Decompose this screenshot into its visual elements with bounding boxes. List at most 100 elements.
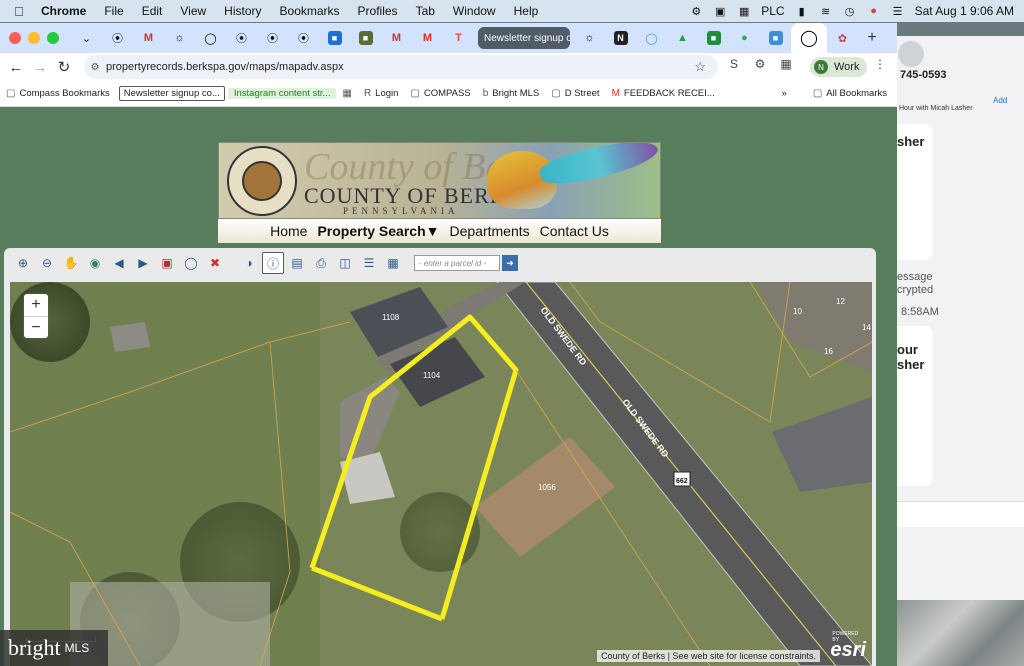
menu-edit[interactable]: Edit xyxy=(133,4,172,18)
tab-search-button[interactable]: ⌄ xyxy=(71,23,102,53)
close-window-button[interactable] xyxy=(9,32,21,44)
tab-newsletter[interactable]: Newsletter signup c... xyxy=(478,27,570,49)
address-bar[interactable]: ⚙ propertyrecords.berkspa.gov/maps/mapad… xyxy=(84,55,718,79)
tab-gmail[interactable]: M xyxy=(412,23,443,53)
tab-favicon[interactable]: ☼ xyxy=(574,23,605,53)
bookmark-star-icon[interactable]: ☆ xyxy=(694,59,706,75)
full-extent-globe-icon[interactable]: ◉ xyxy=(84,252,106,274)
export-icon[interactable]: ◫ xyxy=(334,252,356,274)
tab-favicon[interactable]: ⦿ xyxy=(257,23,288,53)
extension-icon[interactable]: ⚙ xyxy=(750,57,770,71)
bookmark-d-street[interactable]: ▢ D Street xyxy=(545,88,605,99)
tab-favicon[interactable]: ▲ xyxy=(667,23,698,53)
tab-favicon[interactable]: N xyxy=(605,23,636,53)
pan-hand-icon[interactable]: ✋ xyxy=(60,252,82,274)
bookmark-feedback[interactable]: M FEEDBACK RECEI... xyxy=(606,88,721,99)
minimize-window-button[interactable] xyxy=(28,32,40,44)
menu-help[interactable]: Help xyxy=(505,4,548,18)
url-text[interactable]: propertyrecords.berkspa.gov/maps/mapadv.… xyxy=(106,61,344,73)
extensions-puzzle-icon[interactable]: ▦ xyxy=(776,57,796,71)
nav-home[interactable]: Home xyxy=(270,223,307,239)
menu-view[interactable]: View xyxy=(171,4,215,18)
tab-favicon[interactable]: ■ xyxy=(350,23,381,53)
profile-button[interactable]: N Work xyxy=(810,57,868,77)
contact-phone[interactable]: 745-0593 xyxy=(900,69,947,81)
bookmark-apps[interactable]: ▦ xyxy=(336,88,357,99)
battery-icon[interactable]: ▮ xyxy=(795,5,809,18)
siri-icon[interactable]: ● xyxy=(867,5,881,17)
map-zoom-out-button[interactable]: − xyxy=(24,316,48,338)
menu-history[interactable]: History xyxy=(215,4,270,18)
parcel-id-input[interactable]: - enter a parcel id - xyxy=(414,255,500,271)
tab-favicon[interactable]: ● xyxy=(729,23,760,53)
zoom-in-tool-icon[interactable]: ⊕ xyxy=(12,252,34,274)
bookmark-instagram[interactable]: Instagram content str... xyxy=(227,88,337,99)
menu-tab[interactable]: Tab xyxy=(407,4,444,18)
menu-profiles[interactable]: Profiles xyxy=(349,4,407,18)
bookmark-compass-bookmarks[interactable]: ▢ Compass Bookmarks xyxy=(0,88,116,99)
chrome-menu-icon[interactable]: ⋮ xyxy=(870,57,890,71)
menu-file[interactable]: File xyxy=(95,4,132,18)
parcel-search-go-button[interactable]: ➜ xyxy=(502,255,518,271)
tab-favicon[interactable]: ◯ xyxy=(195,23,226,53)
zoom-out-tool-icon[interactable]: ⊖ xyxy=(36,252,58,274)
tab-favicon[interactable]: ■ xyxy=(760,23,791,53)
zoom-window-button[interactable] xyxy=(47,32,59,44)
nav-property-search[interactable]: Property Search▼ xyxy=(317,223,439,239)
tab-favicon[interactable]: ■ xyxy=(319,23,350,53)
forward-button[interactable]: → xyxy=(28,59,52,76)
tab-favicon[interactable]: ⦿ xyxy=(226,23,257,53)
tab-favicon[interactable]: ◯ xyxy=(636,23,667,53)
apple-icon[interactable]:  xyxy=(6,4,32,19)
bookmark-bright-mls[interactable]: b Bright MLS xyxy=(477,88,546,99)
plc-icon[interactable]: ▦ xyxy=(737,5,751,18)
bookmark-compass[interactable]: ▢ COMPASS xyxy=(404,88,476,99)
reload-button[interactable]: ↻ xyxy=(52,58,76,76)
tab-favicon[interactable]: ⦿ xyxy=(288,23,319,53)
back-button[interactable]: ← xyxy=(4,59,28,76)
clear-selection-icon[interactable]: ✖ xyxy=(204,252,226,274)
contact-avatar[interactable] xyxy=(898,41,924,67)
menu-app-name[interactable]: Chrome xyxy=(32,4,95,18)
grid-table-icon[interactable]: ▦ xyxy=(382,252,404,274)
previous-extent-icon[interactable]: ◀ xyxy=(108,252,130,274)
tab-gmail[interactable]: M xyxy=(381,23,412,53)
zoom-to-selection-icon[interactable]: ▣ xyxy=(156,252,178,274)
select-tool-icon[interactable]: ◯ xyxy=(180,252,202,274)
identify-info-icon[interactable]: ⓘ xyxy=(262,252,284,274)
control-center-icon[interactable]: ☰ xyxy=(891,5,905,18)
layers-icon[interactable]: ◑ xyxy=(238,252,260,274)
extension-icon[interactable]: S xyxy=(724,57,744,71)
menubar-datetime[interactable]: Sat Aug 1 9:06 AM xyxy=(915,4,1014,18)
site-info-icon[interactable]: ⚙ xyxy=(84,62,106,73)
add-button[interactable]: Add xyxy=(993,96,1007,105)
photo-status-icon[interactable]: ▣ xyxy=(713,5,727,18)
nav-departments[interactable]: Departments xyxy=(449,223,529,239)
measure-icon[interactable]: ▤ xyxy=(286,252,308,274)
tab-favicon[interactable]: T xyxy=(443,23,474,53)
tab-favicon[interactable]: ⦿ xyxy=(102,23,133,53)
gear-status-icon[interactable]: ⚙ xyxy=(689,5,703,18)
map-zoom-in-button[interactable]: + xyxy=(24,294,48,316)
clock-icon[interactable]: ◷ xyxy=(843,5,857,18)
plc-label[interactable]: PLC xyxy=(761,4,784,18)
new-tab-button[interactable]: + xyxy=(858,29,886,47)
next-extent-icon[interactable]: ▶ xyxy=(132,252,154,274)
message-input-bar[interactable] xyxy=(895,501,1024,527)
tab-favicon[interactable]: ✿ xyxy=(827,23,858,53)
aerial-map[interactable]: 1108 1104 1056 10 12 14 16 OLD SWEDE RD … xyxy=(10,282,872,666)
bookmark-all-bookmarks[interactable]: ▢ All Bookmarks xyxy=(807,88,893,99)
bookmark-newsletter[interactable]: Newsletter signup co... xyxy=(118,86,225,101)
bookmark-login[interactable]: R Login xyxy=(358,88,404,99)
print-icon[interactable]: ⎙ xyxy=(310,252,332,274)
bookmarks-overflow-button[interactable]: » xyxy=(776,88,793,99)
menu-window[interactable]: Window xyxy=(444,4,505,18)
menu-bookmarks[interactable]: Bookmarks xyxy=(271,4,349,18)
nav-contact[interactable]: Contact Us xyxy=(540,223,609,239)
tab-favicon[interactable]: ☼ xyxy=(164,23,195,53)
tab-gmail[interactable]: M xyxy=(133,23,164,53)
wifi-icon[interactable]: ≋ xyxy=(819,5,833,18)
basemap-icon[interactable]: ☰ xyxy=(358,252,380,274)
tab-favicon[interactable]: ■ xyxy=(698,23,729,53)
tab-active-propertyrecords[interactable]: ◯ xyxy=(791,23,827,53)
